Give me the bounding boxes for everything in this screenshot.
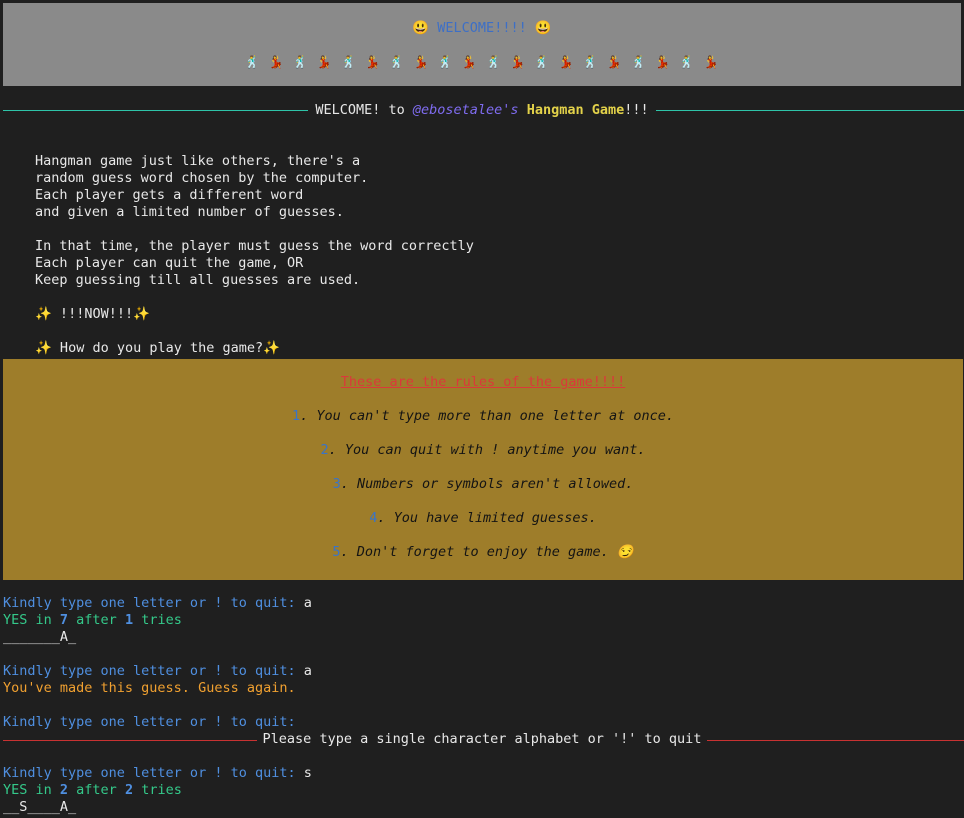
word-progress: _______A_ [3,629,77,645]
rule-text: . Don't forget to enjoy the game. 😏 [340,544,634,560]
rule-number: 3 [332,476,341,492]
intro-line: Each player gets a different word [35,187,304,203]
rule-text: . You have limited guesses. [377,510,597,526]
input-prompt: Kindly type one letter or ! to quit: [3,663,296,679]
user-input: s [295,765,312,781]
rule-number: 1 [291,408,301,424]
game-name: Hangman Game [526,102,625,118]
error-message: Please type a single character alphabet … [0,731,964,748]
input-prompt-line[interactable]: Kindly type one letter or ! to quit: a [3,595,312,612]
user-input: a [295,595,312,611]
word-progress: __S____A_ [3,799,77,815]
rule-item: 2. You can quit with ! anytime you want. [3,442,963,459]
welcome-prefix: WELCOME! to [315,102,413,118]
rules-panel: These are the rules of the game!!!! 1. Y… [3,359,963,580]
rule-text: . You can't type more than one letter at… [300,408,674,424]
intro-line [35,323,474,340]
rule-item: 4. You have limited guesses. [3,510,963,527]
banner-title: 😃 WELCOME!!!! 😃 [412,20,552,36]
user-input: a [295,663,312,679]
input-prompt-line[interactable]: Kindly type one letter or ! to quit: [3,714,296,731]
input-prompt-line[interactable]: Kindly type one letter or ! to quit: a [3,663,312,680]
result-line: YES in 7 after 1 tries [3,612,182,628]
author-handle: @ebosetalee's [412,102,519,118]
input-prompt-line[interactable]: Kindly type one letter or ! to quit: s [3,765,312,782]
intro-now-line: ✨ !!!NOW!!!✨ [35,306,150,322]
intro-line: random guess word chosen by the computer… [35,170,369,186]
tries-count: 1 [124,612,134,628]
rule-item: 3. Numbers or symbols aren't allowed. [3,476,963,493]
result-line: YES in 2 after 2 tries [3,782,182,798]
rule-item: 5. Don't forget to enjoy the game. 😏 [3,544,963,561]
rule-item: 1. You can't type more than one letter a… [3,408,963,425]
intro-line: Keep guessing till all guesses are used. [35,272,361,288]
guesses-left: 2 [59,782,69,798]
rules-title: These are the rules of the game!!!! [340,374,626,390]
rule-text: . You can quit with ! anytime you want. [328,442,646,458]
intro-line [35,221,474,238]
input-prompt: Kindly type one letter or ! to quit: [3,714,296,730]
input-prompt: Kindly type one letter or ! to quit: [3,765,296,781]
rule-text: . Numbers or symbols aren't allowed. [340,476,634,492]
dancer-emoji-row: 🕺 💃 🕺 💃 🕺 💃 🕺 💃 🕺 💃 🕺 💃 🕺 💃 🕺 💃 🕺 💃 🕺 💃 [244,55,720,69]
intro-how-line: ✨ How do you play the game?✨ [35,340,280,356]
rule-number: 2 [320,442,329,458]
intro-line: Hangman game just like others, there's a [35,153,361,169]
tries-count: 2 [124,782,134,798]
intro-text: Hangman game just like others, there's a… [35,136,474,374]
intro-line: and given a limited number of guesses. [35,204,344,220]
guesses-left: 7 [59,612,69,628]
welcome-suffix: !!! [624,102,649,118]
intro-line: In that time, the player must guess the … [35,238,474,254]
intro-line: Each player can quit the game, OR [35,255,304,271]
input-prompt: Kindly type one letter or ! to quit: [3,595,296,611]
welcome-heading: WELCOME! to @ebosetalee's Hangman Game!!… [0,102,964,119]
welcome-banner: 😃 WELCOME!!!! 😃 🕺 💃 🕺 💃 🕺 💃 🕺 💃 🕺 💃 🕺 💃 … [3,3,961,86]
repeat-guess-message: You've made this guess. Guess again. [3,680,296,696]
intro-line [35,289,474,306]
